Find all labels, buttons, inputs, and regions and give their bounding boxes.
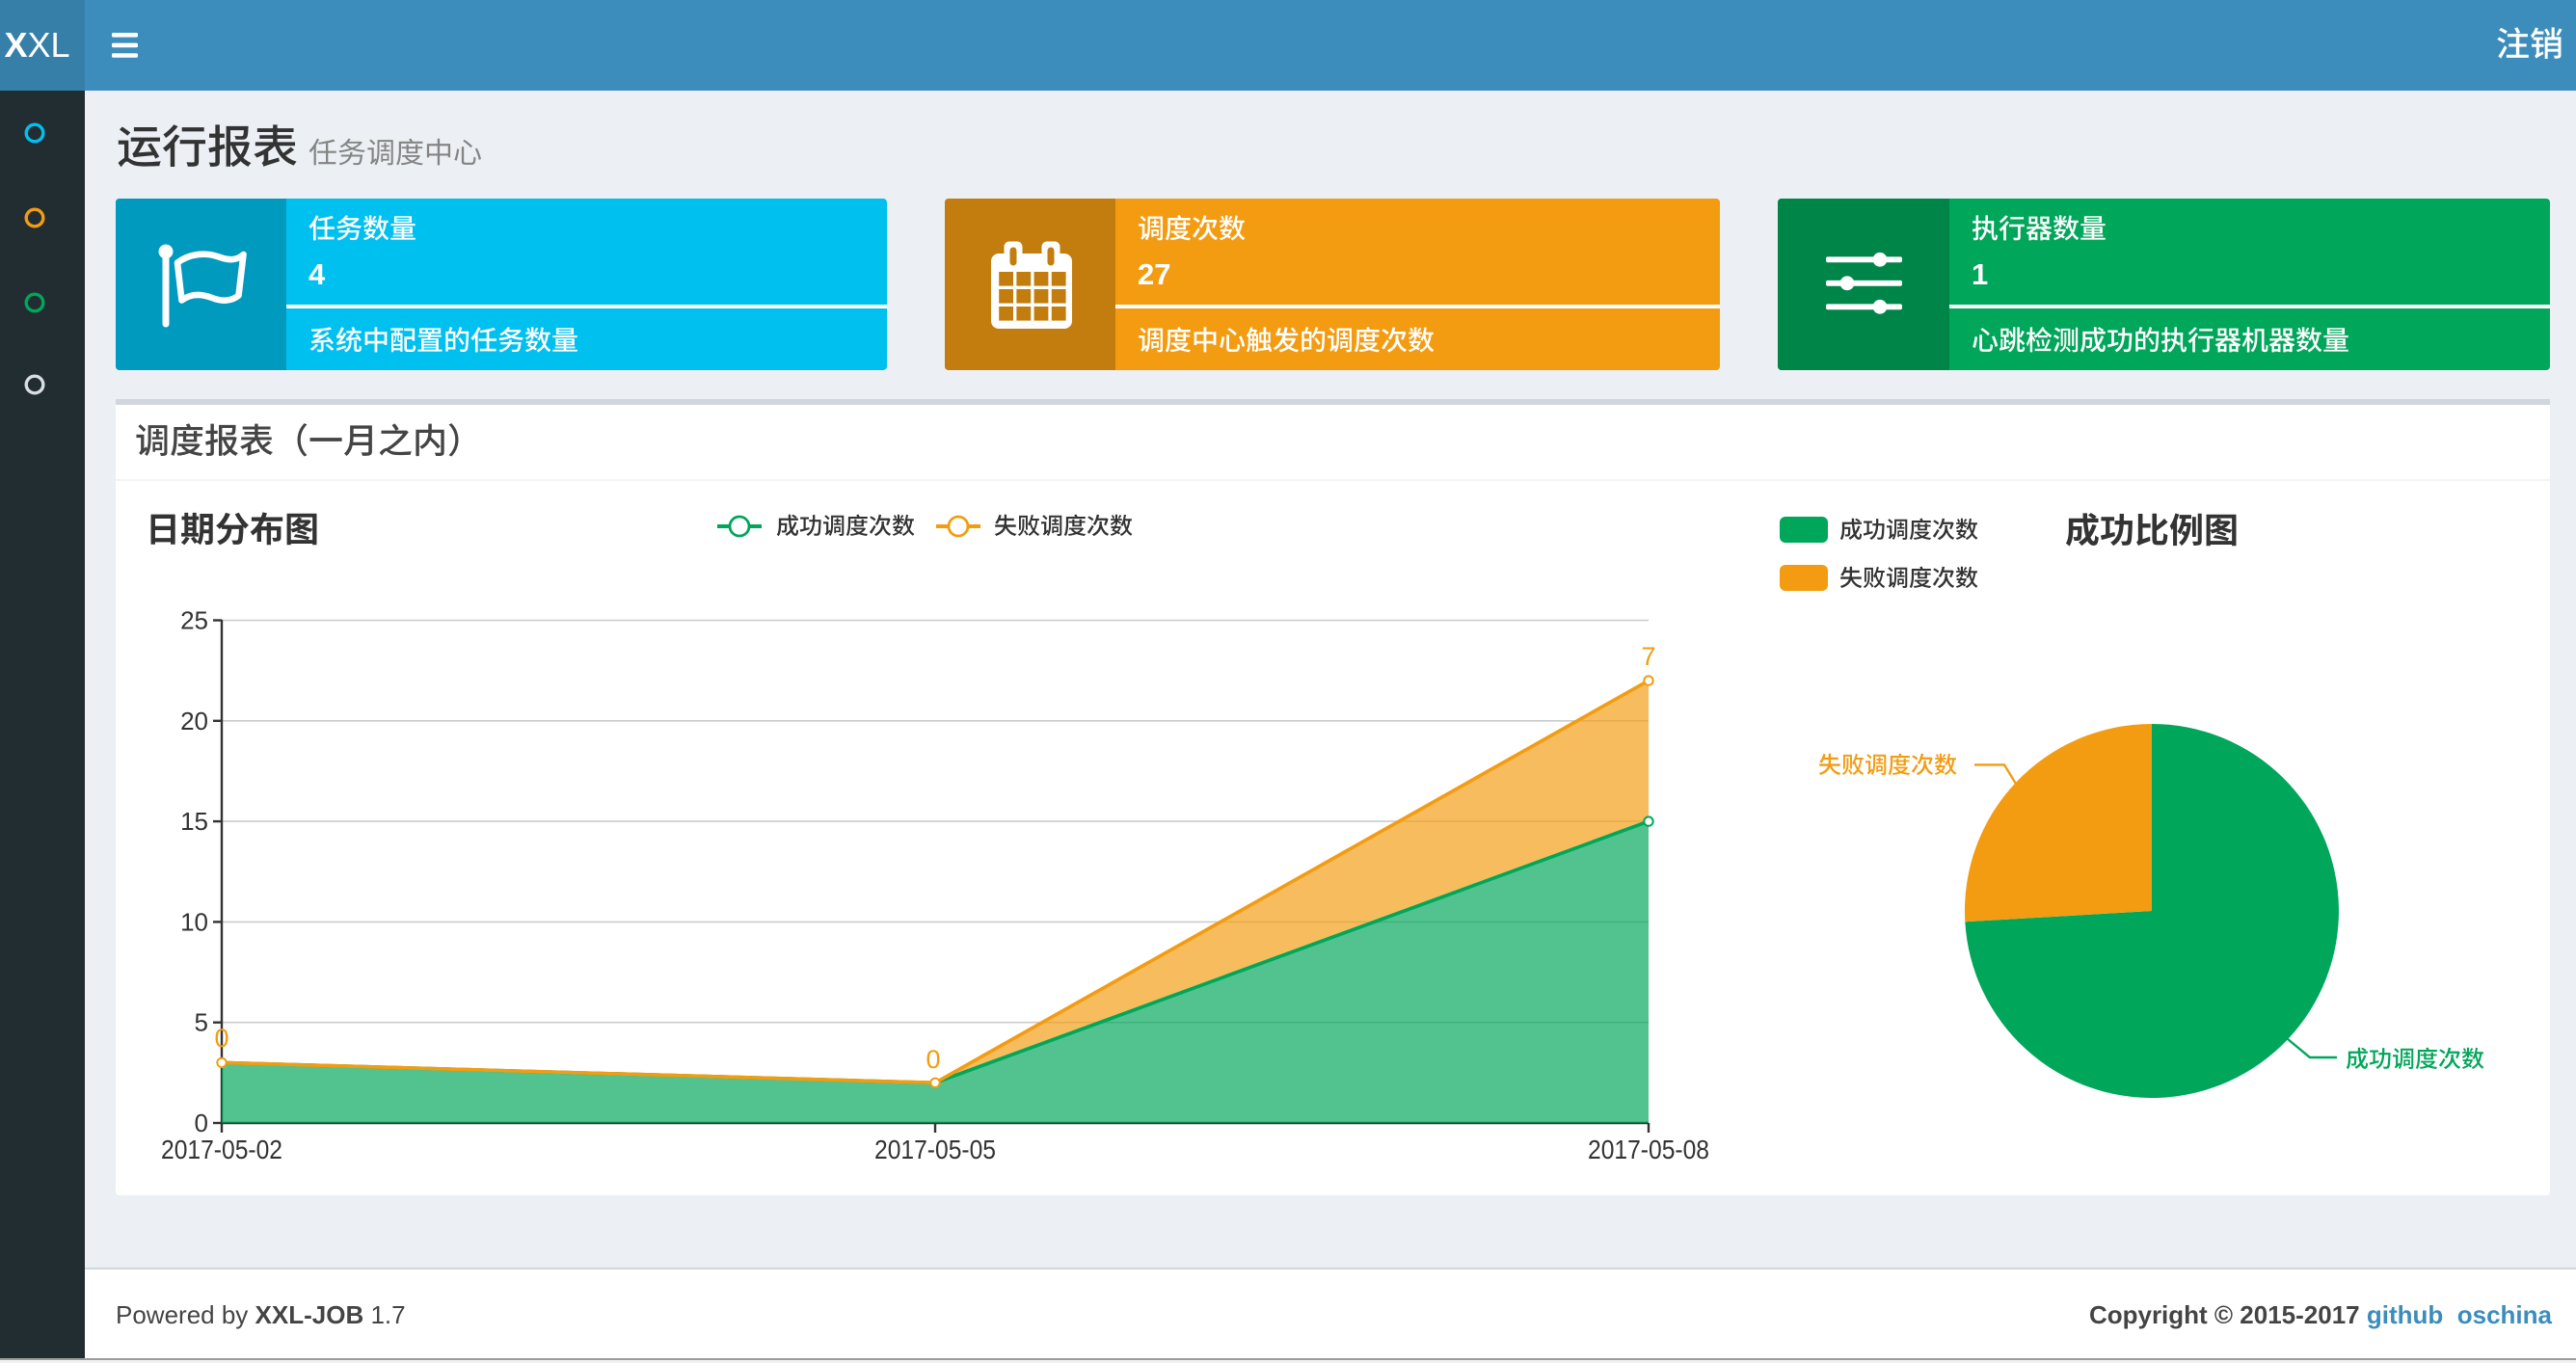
svg-text:4: 4: [309, 257, 326, 291]
svg-text:2017-05-08: 2017-05-08: [1588, 1135, 1709, 1164]
svg-text:5: 5: [195, 1008, 208, 1037]
svg-text:25: 25: [180, 606, 208, 635]
svg-text:2017-05-02: 2017-05-02: [161, 1135, 282, 1164]
svg-text:15: 15: [180, 807, 208, 836]
svg-text:2017-05-05: 2017-05-05: [874, 1135, 996, 1164]
svg-text:7: 7: [1641, 642, 1655, 671]
svg-text:27: 27: [1138, 257, 1170, 291]
svg-text:10: 10: [180, 907, 208, 936]
svg-text:1: 1: [1972, 257, 1988, 291]
svg-text:0: 0: [926, 1045, 940, 1074]
svg-text:0: 0: [214, 1024, 228, 1053]
svg-text:0: 0: [195, 1109, 208, 1137]
svg-text:20: 20: [180, 707, 208, 735]
